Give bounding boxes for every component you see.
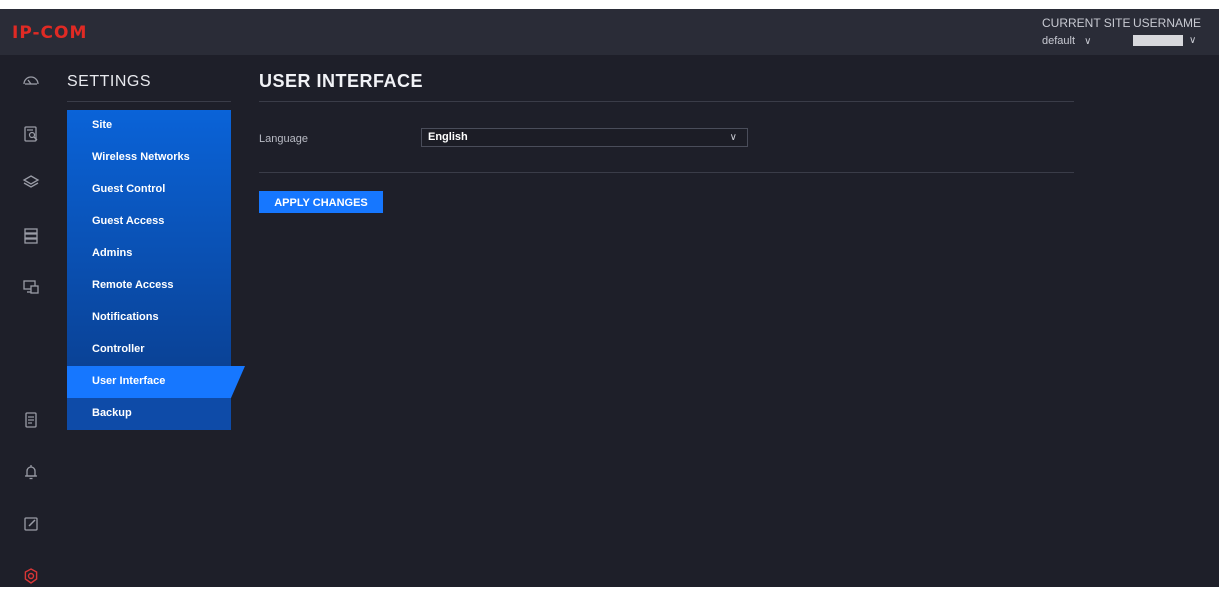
current-site-label: CURRENT SITE: [1042, 16, 1131, 30]
layers-icon[interactable]: [22, 173, 40, 191]
menu-item-admins[interactable]: Admins: [67, 238, 231, 270]
chevron-down-icon: ∨: [1084, 36, 1092, 47]
menu-item-controller[interactable]: Controller: [67, 334, 231, 366]
language-select[interactable]: English ∨: [421, 128, 748, 147]
current-site-selector[interactable]: CURRENT SITE default ∨: [1042, 16, 1130, 47]
screens-icon[interactable]: [22, 278, 40, 296]
menu-item-user-interface[interactable]: User Interface: [67, 366, 245, 398]
menu-item-remote-access[interactable]: Remote Access: [67, 270, 231, 302]
menu-item-wireless-networks[interactable]: Wireless Networks: [67, 142, 231, 174]
app-window: IP-COM CURRENT SITE default ∨ USERNAME ∨: [0, 9, 1219, 587]
gear-icon[interactable]: [22, 567, 40, 585]
current-site-value[interactable]: default ∨: [1042, 35, 1130, 47]
language-label: Language: [259, 133, 308, 145]
chevron-down-icon: ∨: [1189, 35, 1197, 46]
menu-item-guest-access[interactable]: Guest Access: [67, 206, 231, 238]
settings-title: SETTINGS: [67, 73, 152, 90]
apply-changes-button[interactable]: APPLY CHANGES: [259, 191, 383, 213]
menu-item-backup[interactable]: Backup: [67, 398, 231, 430]
divider: [67, 101, 231, 102]
notepad-icon[interactable]: [22, 411, 40, 429]
ip-com-logo: IP-COM: [12, 23, 88, 43]
settings-menu: Site Wireless Networks Guest Control Gue…: [67, 110, 245, 430]
menu-item-site[interactable]: Site: [67, 110, 231, 142]
current-site-text: default: [1042, 35, 1076, 47]
username-selector[interactable]: USERNAME ∨: [1133, 16, 1201, 46]
document-search-icon[interactable]: [22, 125, 40, 143]
menu-item-notifications[interactable]: Notifications: [67, 302, 231, 334]
server-icon[interactable]: [22, 227, 40, 245]
page-title: USER INTERFACE: [259, 71, 424, 91]
divider: [259, 101, 1074, 102]
username-redacted: [1133, 35, 1183, 46]
top-bar: IP-COM CURRENT SITE default ∨ USERNAME ∨: [0, 9, 1219, 55]
language-value: English: [428, 131, 468, 143]
edit-icon[interactable]: [22, 515, 40, 533]
username-value[interactable]: ∨: [1133, 35, 1201, 46]
divider: [259, 172, 1074, 173]
gauge-icon[interactable]: [22, 72, 40, 90]
icon-sidebar: [0, 55, 62, 587]
menu-item-guest-control[interactable]: Guest Control: [67, 174, 231, 206]
username-label: USERNAME: [1133, 16, 1202, 30]
bell-icon[interactable]: [22, 463, 40, 481]
chevron-down-icon: ∨: [729, 132, 737, 143]
